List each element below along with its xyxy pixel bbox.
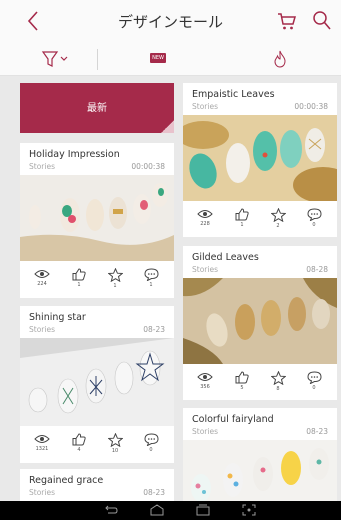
new-filter-badge[interactable]: NEW <box>150 53 166 63</box>
comments-count: 0 <box>312 385 316 391</box>
favorites-count: 2 <box>276 223 280 229</box>
comments-stat[interactable]: 0 <box>301 208 327 228</box>
favorites-stat[interactable]: 8 <box>265 371 291 392</box>
thumbs-up-icon <box>235 208 249 221</box>
views-stat[interactable]: 1321 <box>29 433 55 452</box>
nail-photo-image <box>20 338 174 426</box>
likes-count: 1 <box>77 282 81 288</box>
nail-photo-image <box>20 175 174 261</box>
card-subtitle: Stories <box>29 162 55 171</box>
comments-count: 1 <box>149 282 153 288</box>
card-photo[interactable] <box>20 175 174 261</box>
favorites-count: 8 <box>276 386 280 392</box>
nav-recents-icon[interactable] <box>195 504 211 516</box>
comment-icon <box>306 371 322 384</box>
views-stat[interactable]: 224 <box>29 268 55 287</box>
favorites-count: 1 <box>113 283 117 289</box>
system-nav-bar <box>0 501 341 520</box>
card-subtitle: Stories <box>29 325 55 334</box>
comments-stat[interactable]: 0 <box>138 433 164 453</box>
likes-stat[interactable]: 1 <box>229 208 255 228</box>
card-title: Holiday Impression <box>29 149 120 160</box>
eye-icon <box>34 270 50 278</box>
likes-stat[interactable]: 5 <box>229 371 255 391</box>
comments-count: 0 <box>312 222 316 228</box>
card-photo[interactable] <box>183 278 337 364</box>
card-title: Colorful fairyland <box>192 414 274 425</box>
card-title: Shining star <box>29 312 86 323</box>
nail-photo-image <box>183 278 337 364</box>
cart-icon[interactable] <box>277 11 297 31</box>
likes-stat[interactable]: 1 <box>66 268 92 288</box>
card-holiday-impression[interactable]: Holiday Impression Stories 00:00:38 224 … <box>20 143 174 298</box>
views-count: 1321 <box>35 446 49 452</box>
card-photo[interactable] <box>183 440 337 501</box>
filter-divider <box>97 49 98 70</box>
card-title: Empaistic Leaves <box>192 89 275 100</box>
thumbs-up-icon <box>235 371 249 384</box>
nav-screenshot-icon[interactable] <box>241 504 257 516</box>
card-shining-star[interactable]: Shining star Stories 08-23 1321 4 10 0 <box>20 306 174 463</box>
card-date: 00:00:38 <box>294 102 328 111</box>
likes-count: 4 <box>77 447 81 453</box>
nail-photo-image <box>183 115 337 201</box>
card-date: 00:00:38 <box>131 162 165 171</box>
views-count: 228 <box>200 221 210 227</box>
card-colorful-fairyland[interactable]: Colorful fairyland Stories 08-23 <box>183 408 337 501</box>
nav-back-icon[interactable] <box>103 504 119 516</box>
comment-icon <box>143 268 159 281</box>
thumbs-up-icon <box>72 433 86 446</box>
card-date: 08-28 <box>306 265 328 274</box>
card-date: 08-23 <box>143 488 165 497</box>
nav-home-icon[interactable] <box>149 504 165 516</box>
thumbs-up-icon <box>72 268 86 281</box>
card-title: Regained grace <box>29 475 104 486</box>
comment-icon <box>143 433 159 446</box>
app-header: デザインモール <box>0 0 341 42</box>
eye-icon <box>197 210 213 218</box>
views-count: 224 <box>37 281 47 287</box>
filter-bar: NEW <box>0 42 341 76</box>
views-stat[interactable]: 228 <box>192 208 218 227</box>
search-icon[interactable] <box>312 10 332 32</box>
card-date: 08-23 <box>306 427 328 436</box>
likes-count: 1 <box>240 222 244 228</box>
card-gilded-leaves[interactable]: Gilded Leaves Stories 08-28 356 5 8 0 <box>183 246 337 400</box>
filter-icon[interactable] <box>40 49 72 69</box>
card-date: 08-23 <box>143 325 165 334</box>
fire-icon[interactable] <box>272 49 288 69</box>
likes-stat[interactable]: 4 <box>66 433 92 453</box>
star-icon <box>107 268 123 282</box>
views-count: 356 <box>200 384 210 390</box>
favorites-stat[interactable]: 1 <box>102 268 128 289</box>
banner-fold-corner <box>161 120 174 133</box>
card-subtitle: Stories <box>192 427 218 436</box>
card-regained-grace[interactable]: Regained grace Stories 08-23 <box>20 469 174 501</box>
star-icon <box>107 433 123 447</box>
views-stat[interactable]: 356 <box>192 371 218 390</box>
card-subtitle: Stories <box>192 265 218 274</box>
likes-count: 5 <box>240 385 244 391</box>
card-empaistic-leaves[interactable]: Empaistic Leaves Stories 00:00:38 228 1 … <box>183 83 337 237</box>
card-photo[interactable] <box>20 338 174 426</box>
eye-icon <box>197 373 213 381</box>
nail-photo-image <box>183 440 337 501</box>
eye-icon <box>34 435 50 443</box>
card-subtitle: Stories <box>192 102 218 111</box>
comments-count: 0 <box>149 447 153 453</box>
card-subtitle: Stories <box>29 488 55 497</box>
comments-stat[interactable]: 1 <box>138 268 164 288</box>
banner-label: 最新 <box>87 103 107 114</box>
favorites-count: 10 <box>111 448 119 454</box>
comments-stat[interactable]: 0 <box>301 371 327 391</box>
favorites-stat[interactable]: 2 <box>265 208 291 229</box>
favorites-stat[interactable]: 10 <box>102 433 128 454</box>
card-title: Gilded Leaves <box>192 252 259 263</box>
comment-icon <box>306 208 322 221</box>
latest-banner[interactable]: 最新 <box>20 83 174 133</box>
star-icon <box>270 371 286 385</box>
card-photo[interactable] <box>183 115 337 201</box>
star-icon <box>270 208 286 222</box>
